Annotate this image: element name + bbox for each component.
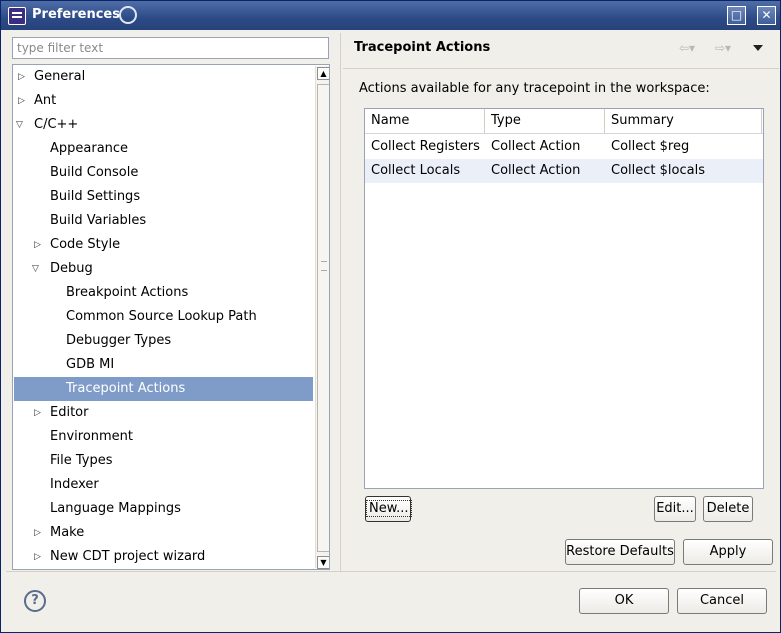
filter-input[interactable] (12, 37, 329, 59)
tree-item-label: New CDT project wizard (50, 549, 206, 564)
page-title: Tracepoint Actions (354, 40, 491, 55)
tree-item-label: Common Source Lookup Path (66, 309, 257, 324)
preferences-window: Preferences □ ✕ ▷ General ▷ Ant ▽ C/C++ … (0, 0, 781, 633)
cell-name: Collect Locals (371, 163, 461, 178)
tree-item-label: Build Settings (50, 189, 141, 204)
expand-arrow-icon[interactable]: ▷ (18, 89, 28, 113)
new-button-label: New... (366, 500, 412, 517)
restore-defaults-button[interactable]: Restore Defaults (565, 539, 675, 565)
column-header-summary[interactable]: Summary (605, 109, 762, 133)
table-row[interactable]: Collect Locals Collect Action Collect $l… (365, 159, 763, 183)
window-title: Preferences (32, 7, 120, 22)
tree-item-file-types[interactable]: File Types (14, 449, 313, 473)
tree-item-label: Debugger Types (66, 333, 172, 348)
tree-item-label: C/C++ (34, 117, 79, 132)
tree-item-make[interactable]: ▷ Make (14, 521, 313, 545)
tree-item-label: File Types (50, 453, 113, 468)
tree-item-label: Breakpoint Actions (66, 285, 189, 300)
ok-button[interactable]: OK (579, 588, 669, 614)
cell-summary: Collect $locals (611, 163, 705, 178)
tree-item-label: Code Style (50, 237, 121, 252)
column-header-name[interactable]: Name (365, 109, 485, 133)
tree-scrollbar[interactable]: ▲ ▼ (315, 66, 329, 569)
tree-item-tracepoint-actions[interactable]: Tracepoint Actions (14, 377, 313, 401)
edit-button[interactable]: Edit... (654, 496, 696, 522)
collapse-arrow-icon[interactable]: ▽ (32, 257, 42, 281)
expand-arrow-icon[interactable]: ▷ (18, 65, 28, 89)
page-description: Actions available for any tracepoint in … (359, 81, 710, 96)
column-header-type[interactable]: Type (485, 109, 605, 133)
tree-item-label: Environment (50, 429, 134, 444)
expand-arrow-icon[interactable]: ▷ (34, 545, 44, 569)
tree-item-debug[interactable]: ▽ Debug (14, 257, 313, 281)
forward-arrow-icon[interactable]: ⇨▾ (715, 41, 731, 55)
tree-item-cpp[interactable]: ▽ C/C++ (14, 113, 313, 137)
preference-tree[interactable]: ▷ General ▷ Ant ▽ C/C++ Appearance Build… (12, 64, 330, 570)
tree-item-build-console[interactable]: Build Console (14, 161, 313, 185)
tree-item-label: GDB MI (66, 357, 115, 372)
tree-item-appearance[interactable]: Appearance (14, 137, 313, 161)
title-bar[interactable]: Preferences □ ✕ (1, 1, 780, 30)
tree-item-environment[interactable]: Environment (14, 425, 313, 449)
actions-table[interactable]: Name Type Summary Collect Registers Coll… (364, 108, 764, 489)
tree-item-label: Editor (50, 405, 89, 420)
help-icon[interactable]: ? (24, 590, 46, 612)
tree-item-debugger-types[interactable]: Debugger Types (14, 329, 313, 353)
collapse-arrow-icon[interactable]: ▽ (16, 113, 26, 137)
table-row[interactable]: Collect Registers Collect Action Collect… (365, 135, 763, 159)
expand-arrow-icon[interactable]: ▷ (34, 233, 44, 257)
tree-item-label: Indexer (50, 477, 99, 492)
tree-item-label: Appearance (50, 141, 129, 156)
tree-item-ant[interactable]: ▷ Ant (14, 89, 313, 113)
close-button[interactable]: ✕ (757, 6, 776, 25)
tree-item-new-cdt-project-wizard[interactable]: ▷ New CDT project wizard (14, 545, 313, 569)
cell-summary: Collect $reg (611, 139, 690, 154)
cell-type: Collect Action (491, 163, 581, 178)
scroll-thumb[interactable] (317, 84, 329, 552)
tree-item-common-source-lookup-path[interactable]: Common Source Lookup Path (14, 305, 313, 329)
tree-item-build-variables[interactable]: Build Variables (14, 209, 313, 233)
tree-item-editor[interactable]: ▷ Editor (14, 401, 313, 425)
tree-item-indexer[interactable]: Indexer (14, 473, 313, 497)
bottom-separator (6, 571, 776, 572)
cell-type: Collect Action (491, 139, 581, 154)
expand-arrow-icon[interactable]: ▷ (34, 521, 44, 545)
view-menu-icon[interactable] (753, 45, 763, 51)
new-button[interactable]: New... (365, 496, 412, 522)
back-arrow-icon[interactable]: ⇦▾ (679, 41, 695, 55)
tree-item-gdb-mi[interactable]: GDB MI (14, 353, 313, 377)
tree-item-label: Make (50, 525, 85, 540)
tree-item-label: Debug (50, 261, 93, 276)
eclipse-logo-icon (119, 6, 137, 24)
pane-divider[interactable] (340, 33, 341, 571)
title-separator (343, 68, 779, 69)
cancel-button[interactable]: Cancel (677, 588, 767, 614)
eclipse-icon (8, 7, 26, 25)
tree-item-build-settings[interactable]: Build Settings (14, 185, 313, 209)
scroll-up-button[interactable]: ▲ (317, 67, 329, 80)
cell-name: Collect Registers (371, 139, 480, 154)
tree-item-code-style[interactable]: ▷ Code Style (14, 233, 313, 257)
tree-item-label: Build Variables (50, 213, 147, 228)
grip-icon (321, 261, 327, 271)
apply-button[interactable]: Apply (683, 539, 773, 565)
scroll-down-button[interactable]: ▼ (317, 556, 329, 569)
tree-item-general[interactable]: ▷ General (14, 65, 313, 89)
maximize-button[interactable]: □ (727, 6, 746, 25)
tree-item-label: Ant (34, 93, 57, 108)
expand-arrow-icon[interactable]: ▷ (34, 401, 44, 425)
tree-item-label: General (34, 69, 86, 84)
table-header: Name Type Summary (365, 109, 763, 134)
tree-item-label: Tracepoint Actions (66, 381, 186, 396)
tree-item-breakpoint-actions[interactable]: Breakpoint Actions (14, 281, 313, 305)
tree-item-language-mappings[interactable]: Language Mappings (14, 497, 313, 521)
tree-item-label: Build Console (50, 165, 139, 180)
tree-item-label: Language Mappings (50, 501, 181, 516)
delete-button[interactable]: Delete (703, 496, 753, 522)
